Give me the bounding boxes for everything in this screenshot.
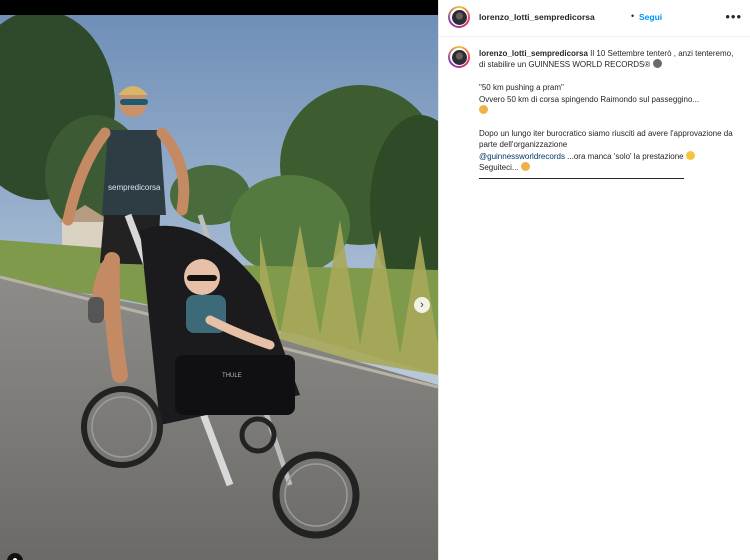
caption-text-2: "50 km pushing a pram" <box>479 83 564 93</box>
post-photo[interactable]: sempredicorsa THULE › ● <box>0 15 438 560</box>
caption-username[interactable]: lorenzo_lotti_sempredicorsa <box>479 49 588 58</box>
carousel-next-button[interactable]: › <box>414 297 430 313</box>
user-tag-icon: ● <box>12 555 18 560</box>
post-header: lorenzo_lotti_sempredicorsa • Segui ••• <box>439 0 750 37</box>
header-separator: • <box>631 11 635 21</box>
smile-emoji-icon <box>685 150 695 160</box>
caption-text-4b: ...ora manca 'solo' la prestazione <box>564 151 684 161</box>
post-caption: lorenzo_lotti_sempredicorsa Il 10 Settem… <box>479 48 741 185</box>
post-details-panel: lorenzo_lotti_sempredicorsa • Segui ••• … <box>438 0 750 560</box>
more-options-button[interactable]: ••• <box>725 9 742 24</box>
stroller-brand: THULE <box>222 373 242 379</box>
caption-text-4: Dopo un lungo iter burocratico siamo riu… <box>479 128 733 150</box>
avatar[interactable] <box>448 6 470 28</box>
caption-divider <box>479 178 684 179</box>
more-horizontal-icon: ••• <box>725 9 742 24</box>
header-username[interactable]: lorenzo_lotti_sempredicorsa <box>479 12 595 22</box>
muscle-emoji-icon <box>479 105 488 115</box>
caption-text-5: Seguiteci... <box>479 163 519 173</box>
caption-mention-link[interactable]: @guinnessworldrecords <box>479 152 565 161</box>
follow-button[interactable]: Segui <box>639 12 662 22</box>
runner-emoji-icon <box>652 59 662 69</box>
post-photo-illustration: sempredicorsa THULE <box>0 15 438 560</box>
caption-text-3: Ovvero 50 km di corsa spingendo Raimondo… <box>479 94 700 104</box>
chevron-right-icon: › <box>420 299 424 311</box>
hand-emoji-icon <box>520 162 530 172</box>
shirt-text: sempredicorsa <box>108 183 161 192</box>
caption-avatar[interactable] <box>448 46 470 68</box>
top-black-bar <box>0 0 438 15</box>
